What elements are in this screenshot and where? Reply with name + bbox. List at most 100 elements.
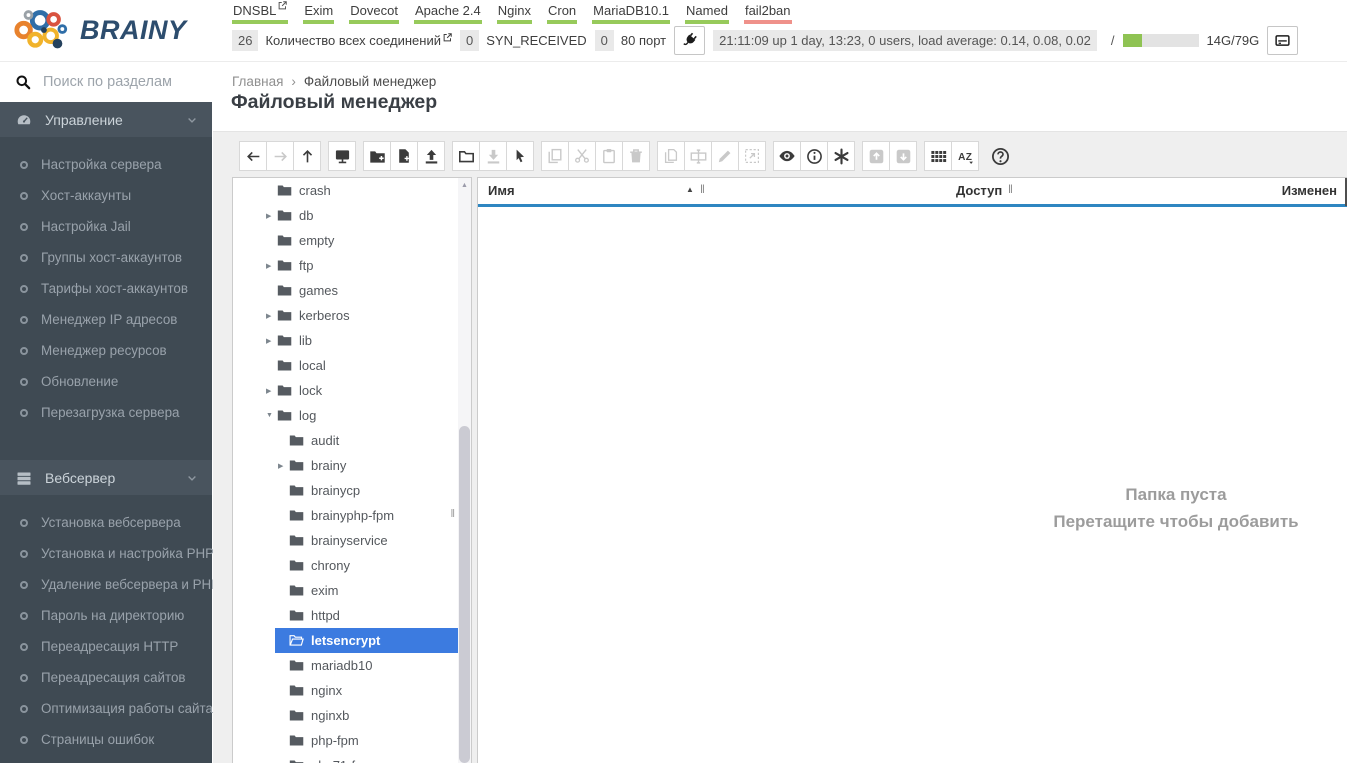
service-link-dovecot[interactable]: Dovecot bbox=[349, 2, 399, 24]
copy-button[interactable] bbox=[541, 141, 569, 171]
tree-item-php-fpm[interactable]: php-fpm bbox=[233, 728, 471, 753]
tree-item-nginx[interactable]: nginx bbox=[233, 678, 471, 703]
sidebar-item-настройка-сервера[interactable]: Настройка сервера bbox=[0, 149, 212, 180]
service-link-cron[interactable]: Cron bbox=[546, 2, 578, 24]
view-grid-button[interactable] bbox=[924, 141, 952, 171]
tree-item-brainyphp-fpm[interactable]: brainyphp-fpm bbox=[233, 503, 471, 528]
column-header-modified[interactable]: Изменен bbox=[1282, 183, 1337, 198]
sidebar-item-страницы-ошибок[interactable]: Страницы ошибок bbox=[0, 724, 212, 755]
service-link-apache-2-4[interactable]: Apache 2.4 bbox=[413, 2, 482, 24]
permissions-button[interactable] bbox=[827, 141, 855, 171]
download-button[interactable] bbox=[479, 141, 507, 171]
tree-item-letsencrypt[interactable]: letsencrypt bbox=[233, 628, 471, 653]
unarchive-button[interactable] bbox=[889, 141, 917, 171]
tree-item-local[interactable]: local bbox=[233, 353, 471, 378]
tree-item-audit[interactable]: audit bbox=[233, 428, 471, 453]
sidebar-item-переадресация-http[interactable]: Переадресация HTTP bbox=[0, 631, 212, 662]
tree-item-log[interactable]: ▼ log bbox=[233, 403, 471, 428]
connections-link[interactable]: Количество всех соединений bbox=[265, 33, 452, 48]
duplicate-button[interactable] bbox=[657, 141, 685, 171]
tree-item-httpd[interactable]: httpd bbox=[233, 603, 471, 628]
delete-button[interactable] bbox=[622, 141, 650, 171]
breadcrumb-home[interactable]: Главная bbox=[232, 74, 283, 89]
select-button[interactable] bbox=[506, 141, 534, 171]
rename-button[interactable] bbox=[684, 141, 712, 171]
sidebar-item-менеджер-ресурсов[interactable]: Менеджер ресурсов bbox=[0, 335, 212, 366]
tree-item-chrony[interactable]: chrony bbox=[233, 553, 471, 578]
sidebar-item-группы-хост-аккаунтов[interactable]: Группы хост-аккаунтов bbox=[0, 242, 212, 273]
service-link-mariadb10-1[interactable]: MariaDB10.1 bbox=[592, 2, 671, 24]
archive-button[interactable] bbox=[862, 141, 890, 171]
brand-logo[interactable]: BRAINY bbox=[12, 7, 187, 54]
service-link-exim[interactable]: Exim bbox=[303, 2, 335, 24]
new-file-button[interactable] bbox=[390, 141, 418, 171]
panel-resize-handle[interactable]: ‖ bbox=[450, 508, 455, 520]
sidebar-item-удаление-вебсервера-и-php[interactable]: Удаление вебсервера и PHP bbox=[0, 569, 220, 600]
service-link-fail2ban[interactable]: fail2ban bbox=[743, 2, 792, 24]
tree-item-nginxb[interactable]: nginxb bbox=[233, 703, 471, 728]
sidebar-item-настройка-jail[interactable]: Настройка Jail bbox=[0, 211, 212, 242]
tree-item-ftp[interactable]: ▶ ftp bbox=[233, 253, 471, 278]
sidebar-item-перезагрузка-сервера[interactable]: Перезагрузка сервера bbox=[0, 397, 212, 428]
sidebar-item-установка-вебсервера[interactable]: Установка вебсервера bbox=[0, 507, 212, 538]
forward-button[interactable] bbox=[266, 141, 294, 171]
plug-button[interactable] bbox=[674, 25, 706, 55]
column-resize-handle[interactable]: ‖ bbox=[700, 182, 705, 196]
sidebar-item-оптимизация-работы-сайта[interactable]: Оптимизация работы сайта bbox=[0, 693, 213, 724]
sidebar-item-индивидуальная[interactable]: Индивидуальная bbox=[0, 755, 212, 763]
edit-button[interactable] bbox=[711, 141, 739, 171]
column-header-name[interactable]: Имя bbox=[488, 183, 515, 198]
tree-item-empty[interactable]: empty bbox=[233, 228, 471, 253]
tree-item-brainycp[interactable]: brainycp bbox=[233, 478, 471, 503]
sidebar-item-пароль-на-директорию[interactable]: Пароль на директорию bbox=[0, 600, 212, 631]
sidebar-item-обновление[interactable]: Обновление bbox=[0, 366, 212, 397]
scrollbar-thumb[interactable] bbox=[459, 426, 470, 763]
up-button[interactable] bbox=[293, 141, 321, 171]
sidebar-item-переадресация-сайтов[interactable]: Переадресация сайтов bbox=[0, 662, 212, 693]
extract-button[interactable] bbox=[738, 141, 766, 171]
service-link-nginx[interactable]: Nginx bbox=[496, 2, 532, 24]
preview-button[interactable] bbox=[773, 141, 801, 171]
tree-item-db[interactable]: ▶ db bbox=[233, 203, 471, 228]
new-folder-button[interactable] bbox=[363, 141, 391, 171]
tree-scrollbar[interactable]: ▲ bbox=[458, 178, 471, 763]
tree-caret-right-icon[interactable]: ▶ bbox=[266, 312, 277, 320]
help-button[interactable] bbox=[986, 141, 1014, 171]
tree-item-brainyservice[interactable]: brainyservice bbox=[233, 528, 471, 553]
disk-details-button[interactable] bbox=[1267, 25, 1299, 55]
sidebar-item-тарифы-хост-аккаунтов[interactable]: Тарифы хост-аккаунтов bbox=[0, 273, 212, 304]
sidebar-search-input[interactable] bbox=[43, 74, 201, 90]
remote-view-button[interactable] bbox=[328, 141, 356, 171]
tree-item-exim[interactable]: exim bbox=[233, 578, 471, 603]
sort-alphabetical-button[interactable]: AZ bbox=[951, 141, 979, 171]
tree-caret-down-icon[interactable]: ▼ bbox=[266, 412, 277, 419]
tree-item-brainy[interactable]: ▶ brainy bbox=[233, 453, 471, 478]
column-header-access[interactable]: Доступ bbox=[956, 183, 1002, 198]
tree-item-mariadb10[interactable]: mariadb10 bbox=[233, 653, 471, 678]
tree-caret-right-icon[interactable]: ▶ bbox=[266, 212, 277, 220]
sidebar-item-менеджер-ip-адресов[interactable]: Менеджер IP адресов bbox=[0, 304, 212, 335]
upload-button[interactable] bbox=[417, 141, 445, 171]
sidebar-item-установка-и-настройка-php[interactable]: Установка и настройка PHP bbox=[0, 538, 214, 569]
tree-item-lock[interactable]: ▶ lock bbox=[233, 378, 471, 403]
tree-item-games[interactable]: games bbox=[233, 278, 471, 303]
sidebar-item-хост-аккаунты[interactable]: Хост-аккаунты bbox=[0, 180, 212, 211]
sidebar-section-вебсервер[interactable]: Вебсервер bbox=[0, 460, 212, 495]
sidebar-section-управление[interactable]: Управление bbox=[0, 102, 212, 137]
tree-item-kerberos[interactable]: ▶ kerberos bbox=[233, 303, 471, 328]
cut-button[interactable] bbox=[568, 141, 596, 171]
service-link-named[interactable]: Named bbox=[685, 2, 729, 24]
properties-button[interactable] bbox=[800, 141, 828, 171]
scroll-up-arrow-icon[interactable]: ▲ bbox=[458, 178, 471, 192]
tree-item-lib[interactable]: ▶ lib bbox=[233, 328, 471, 353]
tree-item-php71-fpm[interactable]: php71-fpm bbox=[233, 753, 471, 763]
open-folder-button[interactable] bbox=[452, 141, 480, 171]
column-resize-handle[interactable]: ‖ bbox=[1008, 182, 1013, 196]
tree-caret-right-icon[interactable]: ▶ bbox=[266, 387, 277, 395]
service-link-dnsbl[interactable]: DNSBL bbox=[232, 1, 289, 24]
tree-caret-right-icon[interactable]: ▶ bbox=[266, 337, 277, 345]
tree-item-crash[interactable]: crash bbox=[233, 178, 471, 203]
tree-caret-right-icon[interactable]: ▶ bbox=[266, 262, 277, 270]
paste-button[interactable] bbox=[595, 141, 623, 171]
back-button[interactable] bbox=[239, 141, 267, 171]
